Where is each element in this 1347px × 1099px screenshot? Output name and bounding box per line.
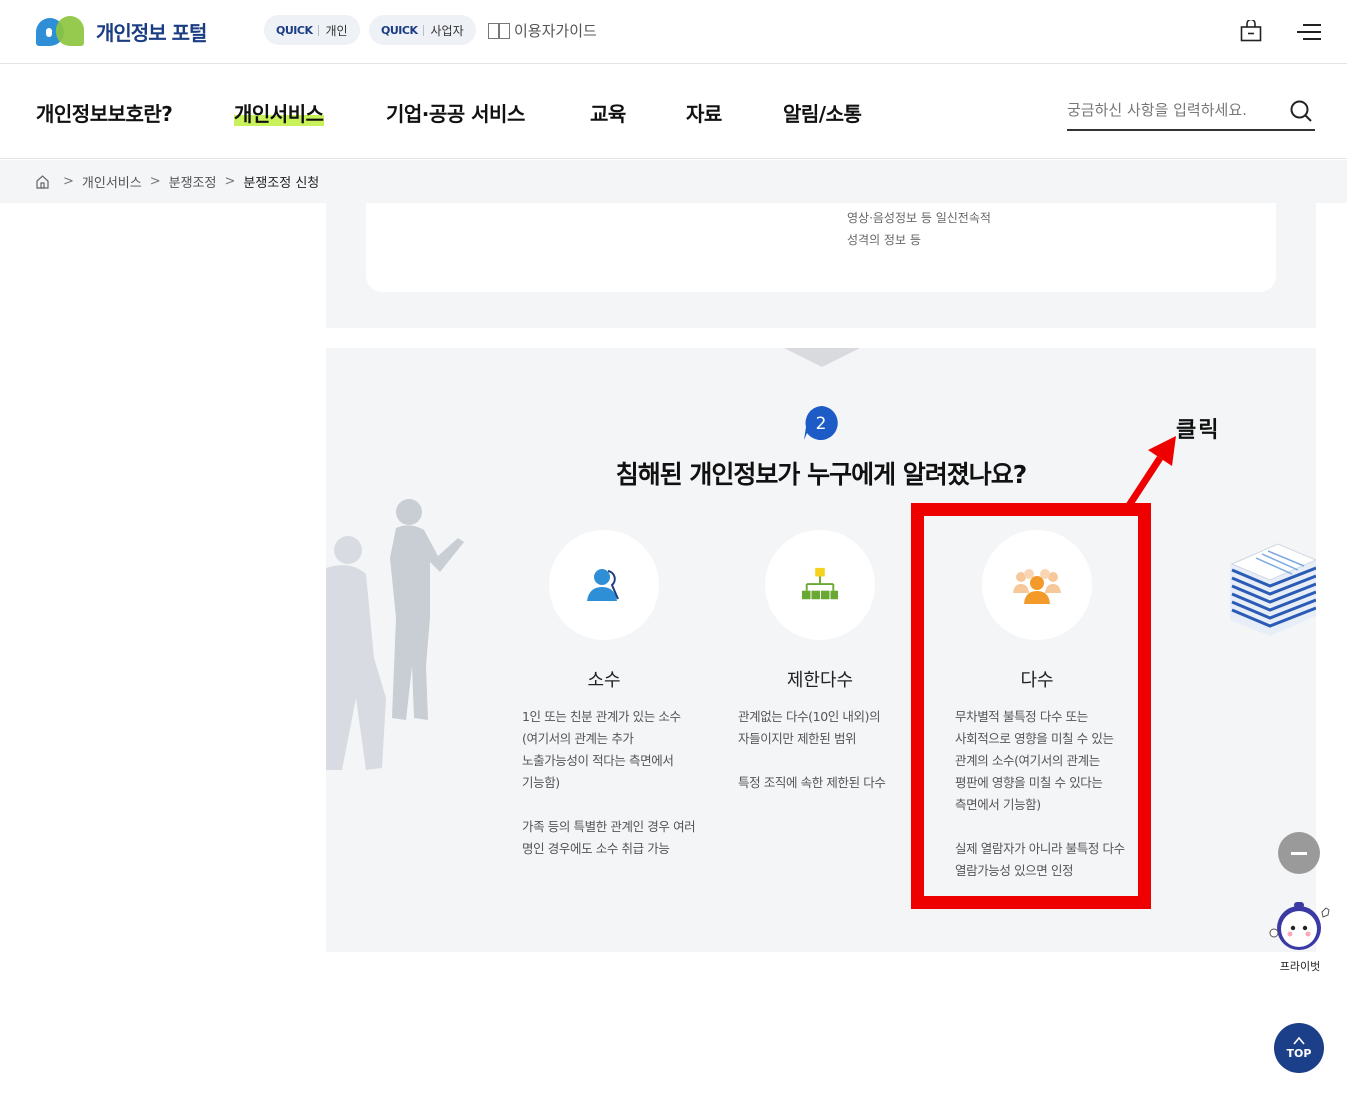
step1-section: 영상·음성정보 등 일신전속적 성격의 정보 등	[326, 203, 1316, 328]
step-number: 2	[816, 414, 827, 434]
user-guide-label: 이용자가이드	[514, 22, 597, 40]
search-box	[1067, 95, 1315, 131]
logo-mark-icon	[34, 14, 86, 48]
breadcrumb: > 개인서비스 > 분쟁조정 > 분쟁조정 신청	[0, 160, 1347, 203]
option-description: 1인 또는 친분 관계가 있는 소수 (여기서의 관계는 추가 노출가능성이 적…	[522, 709, 696, 856]
org-chart-icon	[801, 567, 839, 600]
search-input[interactable]	[1067, 95, 1277, 125]
breadcrumb-item[interactable]: 분쟁조정	[169, 172, 217, 191]
nav-item-business-service[interactable]: 기업·공공 서비스	[386, 98, 525, 127]
book-icon	[488, 22, 510, 39]
down-arrow-decoration	[784, 348, 860, 367]
chevron-right-icon: >	[224, 174, 236, 189]
quick-tag: QUICK	[381, 23, 418, 37]
top-label: TOP	[1286, 1047, 1312, 1060]
option-title: 제한다수	[786, 670, 854, 691]
home-icon[interactable]	[36, 174, 49, 189]
quick-business-button[interactable]: QUICK 사업자	[369, 15, 476, 45]
quick-personal-button[interactable]: QUICK 개인	[264, 15, 360, 45]
quick-tag: QUICK	[276, 23, 313, 37]
page: 개인정보 포털 QUICK 개인 QUICK 사업자 이용자가이드 개인정보보호…	[0, 0, 1347, 1099]
user-guide-link[interactable]: 이용자가이드	[488, 20, 597, 41]
nav-item-personal-service[interactable]: 개인서비스	[234, 98, 324, 127]
chevron-right-icon: >	[63, 174, 74, 189]
privet-label: 프라이벗	[1279, 960, 1321, 973]
search-icon[interactable]	[1289, 99, 1313, 123]
chatbot-mascot-icon	[1269, 902, 1330, 950]
people-silhouette-illustration	[326, 499, 464, 770]
logo-text: 개인정보 포털	[96, 20, 207, 45]
step1-card: 영상·음성정보 등 일신전속적 성격의 정보 등	[366, 203, 1276, 292]
hamburger-menu-icon[interactable]	[1297, 22, 1321, 42]
option-few[interactable]: 소수 1인 또는 친분 관계가 있는 소수 (여기서의 관계는 추가 노출가능성…	[504, 530, 704, 860]
breadcrumb-item[interactable]: 개인서비스	[82, 172, 142, 191]
annotation-highlight-box	[911, 503, 1151, 909]
chevron-up-icon	[1293, 1036, 1305, 1045]
main-navigation: 개인정보보호란? 개인서비스 기업·공공 서비스 교육 자료 알림/소통	[0, 65, 1347, 159]
single-person-icon	[587, 569, 619, 601]
option-icon-circle	[549, 530, 659, 640]
step-badge: 2	[804, 406, 838, 440]
quick-label: 사업자	[430, 23, 464, 38]
privet-chatbot-button[interactable]: 프라이벗	[1266, 896, 1336, 976]
top-bar: 개인정보 포털 QUICK 개인 QUICK 사업자 이용자가이드	[0, 0, 1347, 64]
annotation-click-label: 클릭	[1176, 418, 1221, 443]
nav-item-resources[interactable]: 자료	[686, 98, 722, 127]
site-logo[interactable]: 개인정보 포털	[34, 14, 207, 48]
scroll-top-button[interactable]: TOP	[1274, 1023, 1324, 1073]
option-icon-circle	[765, 530, 875, 640]
step1-text-line: 성격의 정보 등	[847, 233, 921, 247]
breadcrumb-current: 분쟁조정 신청	[243, 176, 320, 191]
nav-item-education[interactable]: 교육	[590, 98, 626, 127]
option-description: 관계없는 다수(10인 내외)의 자들이지만 제한된 범위 특정 조직에 속한 …	[738, 709, 886, 790]
option-limited-many[interactable]: 제한다수 관계없는 다수(10인 내외)의 자들이지만 제한된 범위 특정 조직…	[720, 530, 920, 794]
server-illustration	[1230, 543, 1316, 636]
nav-item-privacy-about[interactable]: 개인정보보호란?	[36, 98, 173, 127]
chevron-right-icon: >	[149, 174, 161, 189]
nav-item-notice[interactable]: 알림/소통	[783, 98, 862, 127]
step1-text-line: 영상·음성정보 등 일신전속적	[847, 211, 991, 225]
quick-label: 개인	[325, 23, 348, 38]
option-title: 소수	[587, 670, 621, 691]
bag-icon[interactable]	[1240, 20, 1262, 42]
zoom-out-button[interactable]	[1278, 832, 1320, 874]
